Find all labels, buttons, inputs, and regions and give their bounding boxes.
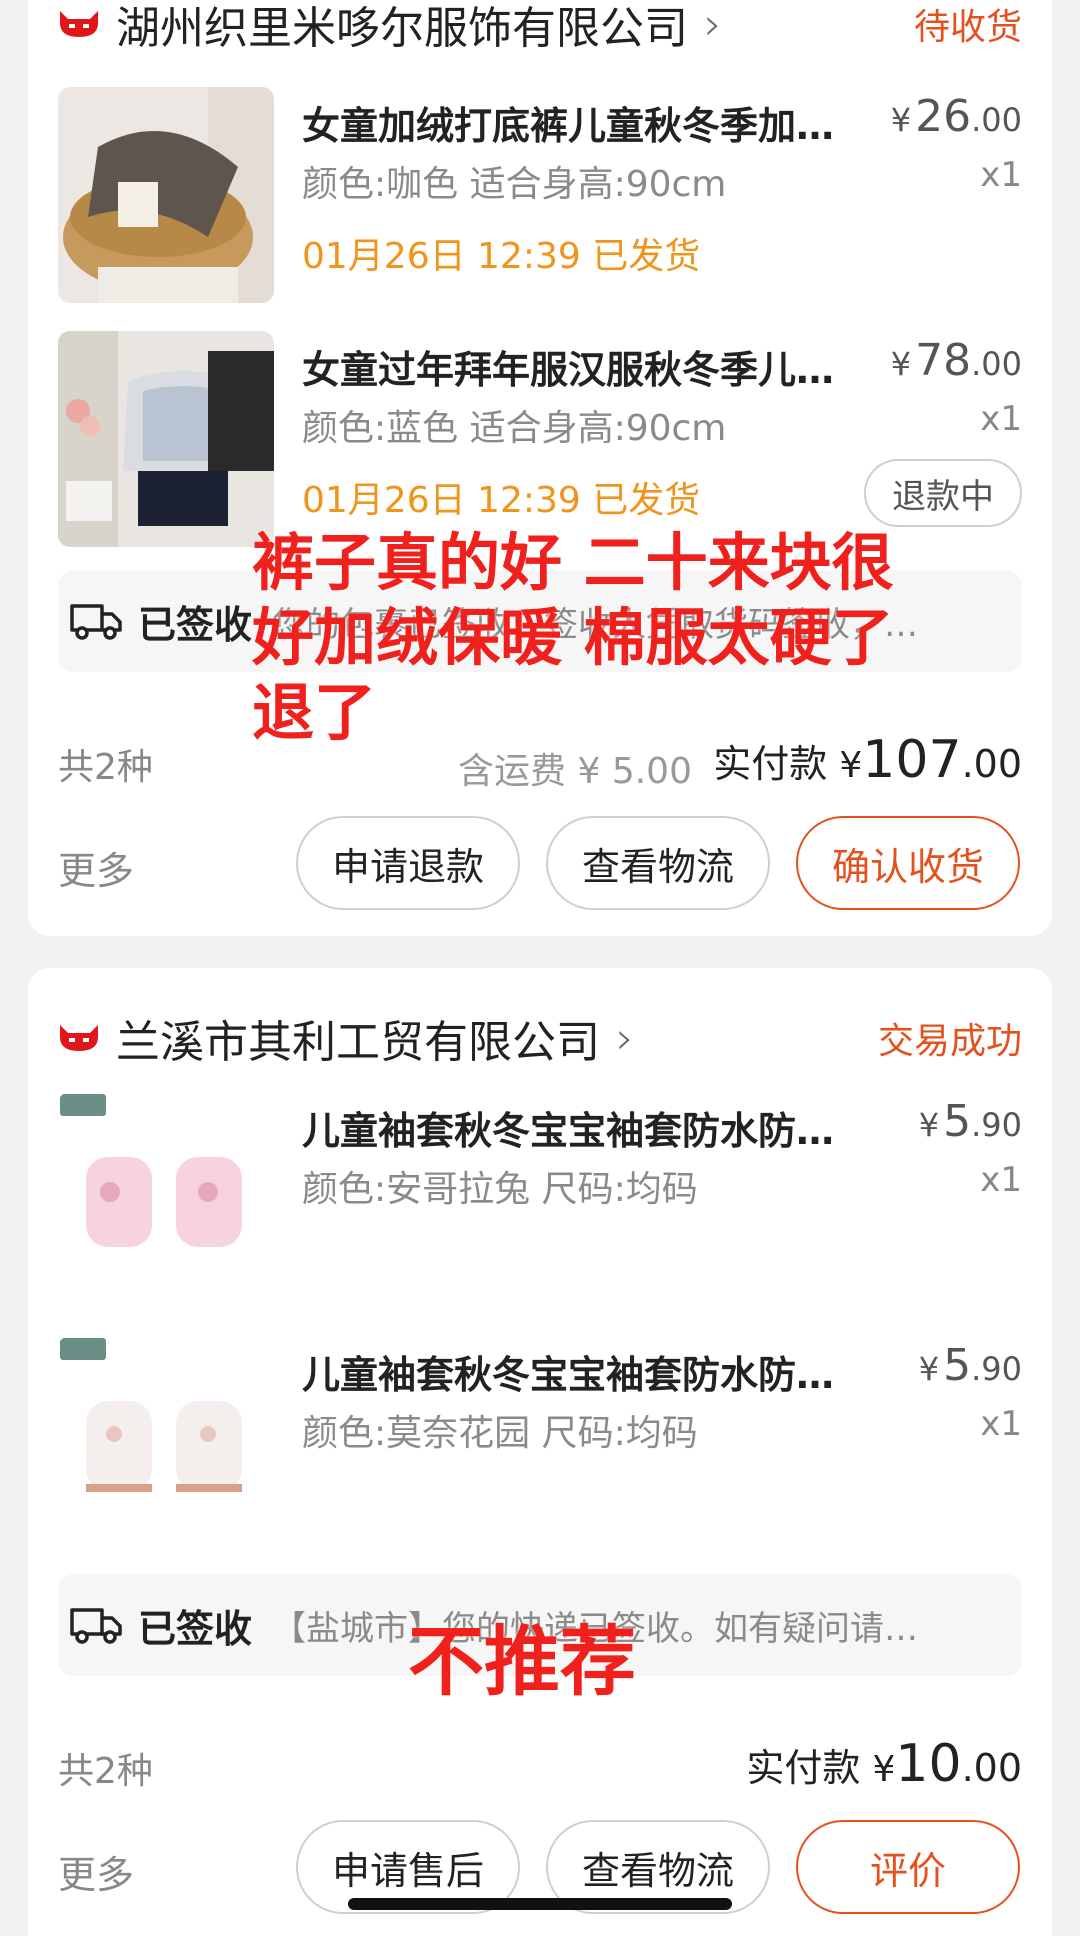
review-annotation: 裤子真的好 二十来块很 好加绒保暖 棉服太硬了 退了 (252, 526, 894, 749)
logistics-label: 已签收 (138, 602, 253, 647)
shop-name: 兰溪市其利工贸有限公司 (116, 1017, 600, 1068)
order-actions: 更多 申请退款 查看物流 确认收货 (58, 816, 1022, 912)
item-count: 共2种 (58, 747, 153, 788)
product-thumbnail[interactable] (58, 331, 274, 547)
product-title: 儿童袖套秋冬宝宝袖套防水防… (302, 1353, 835, 1397)
shop-header[interactable]: 兰溪市其利工贸有限公司 › 交易成功 (58, 1008, 1022, 1068)
logistics-text: 【盐城市】您的快递已签收。如有疑问请… (272, 1608, 919, 1649)
logistics-label: 已签收 (138, 1606, 253, 1651)
product-item[interactable]: 儿童袖套秋冬宝宝袖套防水防… 颜色:安哥拉兔 尺码:均码 ¥5.90 x1 (58, 1092, 1022, 1310)
more-button[interactable]: 更多 (58, 840, 134, 895)
item-count: 共2种 (58, 1751, 153, 1792)
product-item[interactable]: 儿童袖套秋冬宝宝袖套防水防… 颜色:莫奈花园 尺码:均码 ¥5.90 x1 (58, 1336, 1022, 1554)
product-qty: x1 (980, 1404, 1022, 1444)
product-title: 女童过年拜年服汉服秋冬季儿… (302, 348, 835, 392)
product-qty: x1 (980, 1160, 1022, 1200)
refund-status-badge[interactable]: 退款中 (864, 459, 1022, 527)
product-spec: 颜色:安哥拉兔 尺码:均码 (302, 1169, 698, 1210)
not-recommended-annotation: 不推荐 (408, 1617, 636, 1706)
review-button[interactable]: 评价 (796, 1820, 1020, 1914)
product-price: ¥5.90 (918, 1340, 1022, 1391)
product-thumbnail[interactable] (58, 87, 274, 303)
view-logistics-button[interactable]: 查看物流 (546, 816, 770, 910)
product-price: ¥78.00 (890, 335, 1022, 386)
confirm-receipt-button[interactable]: 确认收货 (796, 816, 1020, 910)
order-card: 湖州织里米哆尔服饰有限公司 › 待收货 女童加绒打底裤儿童秋冬季加… 颜色:咖色… (28, 0, 1052, 936)
order-status: 交易成功 (877, 1021, 1022, 1062)
order-summary: 共2种 实付款 ¥10.00 (58, 1734, 1022, 1794)
truck-icon (70, 604, 122, 640)
order-status: 待收货 (913, 7, 1022, 48)
ship-status: 01月26日 12:39 已发货 (302, 480, 701, 521)
product-item[interactable]: 女童加绒打底裤儿童秋冬季加… 颜色:咖色 适合身高:90cm 01月26日 12… (58, 87, 1022, 305)
product-spec: 颜色:莫奈花园 尺码:均码 (302, 1413, 698, 1454)
product-item[interactable]: 女童过年拜年服汉服秋冬季儿… 颜色:蓝色 适合身高:90cm 01月26日 12… (58, 331, 1022, 549)
tmall-cat-logo-icon (60, 11, 98, 37)
product-spec: 颜色:蓝色 适合身高:90cm (302, 408, 727, 449)
order-card: 兰溪市其利工贸有限公司 › 交易成功 儿童袖套秋冬宝宝袖套防水防… 颜色:安哥拉… (28, 968, 1052, 1936)
product-price: ¥5.90 (918, 1096, 1022, 1147)
truck-icon (70, 1608, 122, 1644)
request-refund-button[interactable]: 申请退款 (296, 816, 520, 910)
product-title: 儿童袖套秋冬宝宝袖套防水防… (302, 1109, 835, 1153)
shop-name: 湖州织里米哆尔服饰有限公司 (116, 3, 688, 54)
paid-amount: 实付款 ¥10.00 (746, 1734, 1022, 1794)
product-thumbnail[interactable] (58, 1336, 274, 1552)
home-indicator[interactable] (348, 1898, 732, 1910)
product-thumbnail[interactable] (58, 1092, 274, 1308)
product-title: 女童加绒打底裤儿童秋冬季加… (302, 104, 835, 148)
shop-header[interactable]: 湖州织里米哆尔服饰有限公司 › 待收货 (58, 0, 1022, 54)
product-qty: x1 (980, 399, 1022, 439)
chevron-right-icon: › (704, 0, 722, 50)
chevron-right-icon: › (616, 1012, 634, 1064)
ship-status: 01月26日 12:39 已发货 (302, 236, 701, 277)
more-button[interactable]: 更多 (58, 1844, 134, 1899)
product-spec: 颜色:咖色 适合身高:90cm (302, 164, 727, 205)
product-qty: x1 (980, 155, 1022, 195)
tmall-cat-logo-icon (60, 1025, 98, 1051)
product-price: ¥26.00 (890, 91, 1022, 142)
